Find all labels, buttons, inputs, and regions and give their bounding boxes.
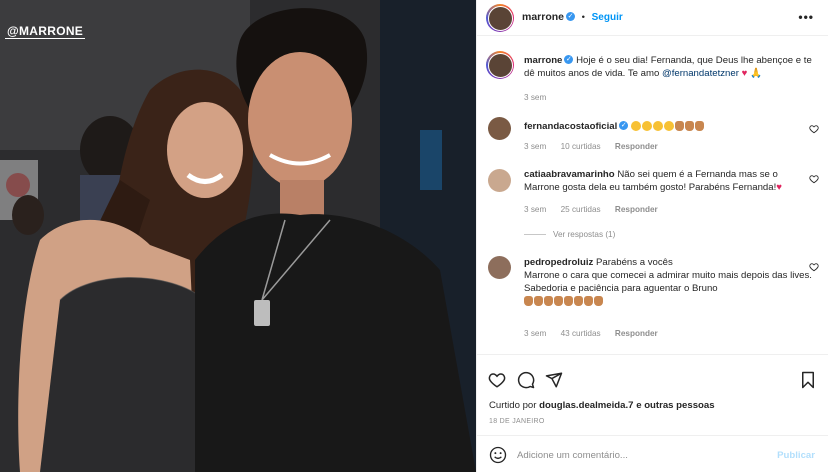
comment-line-2: Marrone o cara que comecei a admirar mui… <box>524 270 812 281</box>
liked-by-prefix: Curtido por <box>489 400 537 411</box>
post-date[interactable]: 18 DE JANEIRO <box>489 418 545 425</box>
red-heart-emoji-icon: ♥ <box>776 182 782 193</box>
post-actions: Curtido por douglas.dealmeida.7 e outras… <box>477 354 828 472</box>
comment-text: fernandacostaoficial ✓ <box>524 120 812 133</box>
comments-list[interactable]: marrone ✓ Hoje é o seu dia! Fernanda, que… <box>477 36 828 354</box>
liked-by: Curtido por douglas.dealmeida.7 e outras… <box>489 400 715 411</box>
author-avatar[interactable] <box>486 4 514 32</box>
comment-username[interactable]: pedropedroluiz <box>524 257 593 268</box>
comment-line-1: Parabéns a vocês <box>595 257 673 268</box>
comment-like-heart-icon[interactable] <box>809 124 819 134</box>
header-user: marrone ✓ • Seguir <box>522 11 623 23</box>
star-struck-emoji-icon <box>630 121 641 132</box>
clapping-hands-emoji-icon <box>554 296 563 307</box>
comment-avatar[interactable] <box>488 117 511 140</box>
clapping-hands-emoji-row <box>524 296 604 307</box>
caption-meta: 3 sem <box>524 93 558 102</box>
header-separator: • <box>581 12 585 23</box>
reply-button[interactable]: Responder <box>615 329 658 338</box>
avatar-image <box>487 5 513 31</box>
comment-username[interactable]: catiaabravamarinho <box>524 169 615 180</box>
verified-badge-icon: ✓ <box>619 120 629 130</box>
comment-meta: 3 sem 43 curtidas Responder <box>524 329 670 338</box>
author-username[interactable]: marrone <box>522 11 564 23</box>
clapping-hands-emoji-icon <box>594 296 603 307</box>
publish-button[interactable]: Publicar <box>777 450 815 461</box>
comment-time: 3 sem <box>524 329 547 338</box>
verified-badge-icon: ✓ <box>566 11 576 21</box>
add-comment-row: Adicione um comentário... Publicar <box>477 435 828 472</box>
photo-illustration <box>0 0 476 472</box>
bookmark-icon[interactable] <box>799 371 817 389</box>
comment-text: pedropedroluiz Parabéns a vocês Marrone … <box>524 256 812 308</box>
verified-badge-icon: ✓ <box>564 54 574 64</box>
paper-plane-icon[interactable] <box>545 371 563 389</box>
heart-eyes-emoji-icon <box>641 121 652 132</box>
view-replies-label[interactable]: Ver respostas (1) <box>553 230 615 239</box>
post-header: marrone ✓ • Seguir ••• <box>477 0 828 36</box>
comment-text: catiaabravamarinho Não sei quem é a Fern… <box>524 168 812 194</box>
avatar-image <box>487 52 513 78</box>
caption-time: 3 sem <box>524 93 547 102</box>
heart-eyes-emoji-icon <box>663 121 674 132</box>
clapping-hands-emoji-icon <box>684 121 694 132</box>
comment-meta: 3 sem 10 curtidas Responder <box>524 142 670 151</box>
reply-button[interactable]: Responder <box>615 205 658 214</box>
liked-by-user[interactable]: douglas.dealmeida.7 <box>539 400 633 411</box>
comment-username[interactable]: fernandacostaoficial <box>524 121 617 132</box>
comment-avatar[interactable] <box>488 256 511 279</box>
comment-time: 3 sem <box>524 142 547 151</box>
photo-watermark: @MARRONE <box>5 24 86 39</box>
comment-avatar[interactable] <box>488 169 511 192</box>
clapping-hands-emoji-icon <box>574 296 583 307</box>
comment-likes[interactable]: 43 curtidas <box>561 329 601 338</box>
comment-time: 3 sem <box>524 205 547 214</box>
smiley-icon[interactable] <box>489 446 507 464</box>
comment-like-heart-icon[interactable] <box>809 262 819 272</box>
caption-mention[interactable]: @fernandatetzner <box>662 68 739 79</box>
comment-like-heart-icon[interactable] <box>809 174 819 184</box>
caption-avatar[interactable] <box>486 51 514 79</box>
clapping-hands-emoji-icon <box>534 296 543 307</box>
comment-line-3: Sabedoria e paciência para aguentar o Br… <box>524 283 718 294</box>
view-replies-button[interactable]: Ver respostas (1) <box>524 230 615 239</box>
heart-eyes-emoji-icon <box>652 121 663 132</box>
red-heart-emoji-icon: ♥ <box>741 68 748 79</box>
post-photo[interactable]: @MARRONE <box>0 0 476 472</box>
caption-username[interactable]: marrone <box>524 55 562 66</box>
heart-icon[interactable] <box>488 371 506 389</box>
clapping-hands-emoji-icon <box>674 121 684 132</box>
replies-divider <box>524 234 546 236</box>
comment-likes[interactable]: 10 curtidas <box>561 142 601 151</box>
clapping-hands-emoji-icon <box>564 296 573 307</box>
comment-icon[interactable] <box>517 371 535 389</box>
praying-hands-emoji-icon: 🙏 <box>749 68 762 79</box>
more-options-icon[interactable]: ••• <box>798 10 814 24</box>
clapping-hands-emoji-icon <box>524 296 533 307</box>
comment-meta: 3 sem 25 curtidas Responder <box>524 205 670 214</box>
clapping-hands-emoji-icon <box>694 121 704 132</box>
liked-by-others[interactable]: e outras pessoas <box>636 400 714 411</box>
comment-likes[interactable]: 25 curtidas <box>561 205 601 214</box>
post-sidebar: marrone ✓ • Seguir ••• marrone ✓ Hoje é o … <box>476 0 828 472</box>
clapping-hands-emoji-icon <box>544 296 553 307</box>
reply-button[interactable]: Responder <box>615 142 658 151</box>
caption-text: marrone ✓ Hoje é o seu dia! Fernanda, que… <box>524 54 812 80</box>
follow-button[interactable]: Seguir <box>592 12 623 23</box>
comment-input[interactable]: Adicione um comentário... <box>517 450 628 461</box>
clapping-hands-emoji-icon <box>584 296 593 307</box>
